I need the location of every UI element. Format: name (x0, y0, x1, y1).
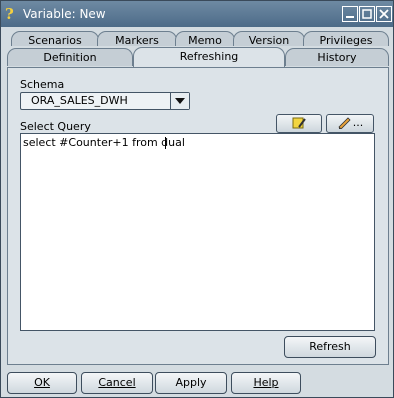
maximize-icon (362, 9, 372, 19)
text-caret (165, 137, 166, 149)
minimize-icon (346, 16, 354, 18)
title-bar[interactable]: ? Variable: New (1, 1, 393, 27)
apply-button[interactable]: Apply (155, 372, 227, 394)
window-title: Variable: New (23, 7, 106, 21)
tab-scenarios[interactable]: Scenarios (11, 31, 99, 47)
schema-label: Schema (20, 78, 65, 91)
tab-markers[interactable]: Markers (97, 31, 177, 47)
cancel-button[interactable]: Cancel (81, 372, 153, 394)
schema-select[interactable]: ORA_SALES_DWH (20, 92, 190, 110)
refresh-button[interactable]: Refresh (284, 336, 376, 358)
select-query-editor[interactable]: select #Counter+1 from dual (20, 133, 375, 331)
dropdown-arrow-icon[interactable] (170, 93, 189, 109)
minimize-button[interactable] (342, 6, 358, 22)
expression-editor-button[interactable] (276, 114, 322, 133)
schema-value: ORA_SALES_DWH (31, 94, 128, 107)
tab-definition[interactable]: Definition (7, 48, 133, 66)
edit-query-dots: ... (352, 116, 364, 129)
select-query-label: Select Query (20, 120, 91, 133)
tab-privileges[interactable]: Privileges (303, 31, 389, 47)
dialog-window: ? Variable: New Scenarios Markers Memo V… (0, 0, 394, 398)
note-pencil-icon (292, 117, 306, 129)
tab-refreshing[interactable]: Refreshing (133, 47, 285, 67)
help-button[interactable]: Help (231, 372, 301, 394)
pencil-icon (338, 117, 351, 130)
tab-history[interactable]: History (285, 48, 389, 66)
ok-button[interactable]: OK (7, 372, 77, 394)
maximize-button[interactable] (359, 6, 375, 22)
close-icon (379, 9, 389, 19)
tab-strip: Scenarios Markers Memo Version Privilege… (7, 31, 389, 67)
edit-query-button[interactable]: ... (326, 114, 374, 133)
close-button[interactable] (376, 6, 392, 22)
tab-version[interactable]: Version (233, 31, 305, 47)
question-icon: ? (5, 5, 14, 23)
query-text: select #Counter+1 from dual (23, 136, 185, 149)
tab-memo[interactable]: Memo (175, 31, 235, 47)
refreshing-panel: Schema ORA_SALES_DWH Select Query ... se… (7, 67, 389, 365)
